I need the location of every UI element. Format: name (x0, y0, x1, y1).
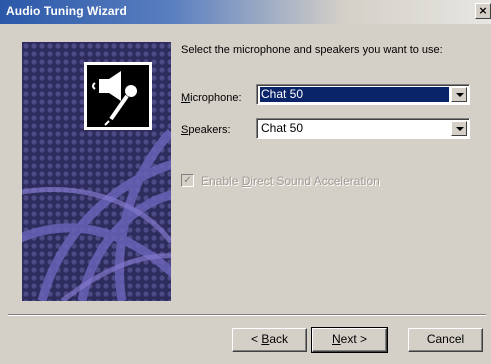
footer-separator (8, 314, 486, 316)
audio-tuning-wizard-window: Audio Tuning Wizard × Select the microph… (0, 0, 491, 364)
microphone-label-mnemonic: M (181, 92, 191, 104)
title-bar[interactable]: Audio Tuning Wizard × (0, 0, 491, 24)
direct-sound-acceleration-checkbox[interactable]: ✓ (181, 174, 194, 187)
direct-sound-acceleration-label: Enable Direct Sound Acceleration (201, 174, 380, 188)
cancel-button[interactable]: Cancel (408, 328, 483, 352)
speakers-select[interactable]: Chat 50 (256, 118, 470, 139)
microphone-select-value: Chat 50 (260, 87, 449, 102)
speakers-dropdown-button[interactable] (451, 121, 467, 136)
checkmark-icon: ✓ (183, 175, 192, 186)
close-button[interactable]: × (475, 3, 491, 19)
chevron-down-icon (456, 93, 464, 97)
microphone-select[interactable]: Chat 50 (256, 84, 470, 105)
back-button[interactable]: < Back (232, 328, 307, 352)
microphone-label-rest: icrophone: (190, 92, 242, 104)
speaker-microphone-icon (84, 62, 152, 130)
next-button[interactable]: Next > (311, 327, 388, 353)
speakers-label: Speakers: (181, 124, 231, 136)
chevron-down-icon (456, 127, 464, 131)
microphone-dropdown-button[interactable] (451, 87, 467, 102)
microphone-label: Microphone: (181, 92, 242, 104)
speakers-label-rest: peakers: (188, 124, 231, 136)
close-icon: × (478, 4, 488, 17)
window-title: Audio Tuning Wizard (6, 4, 127, 18)
instruction-text: Select the microphone and speakers you w… (181, 44, 443, 56)
speakers-select-value: Chat 50 (261, 121, 304, 135)
